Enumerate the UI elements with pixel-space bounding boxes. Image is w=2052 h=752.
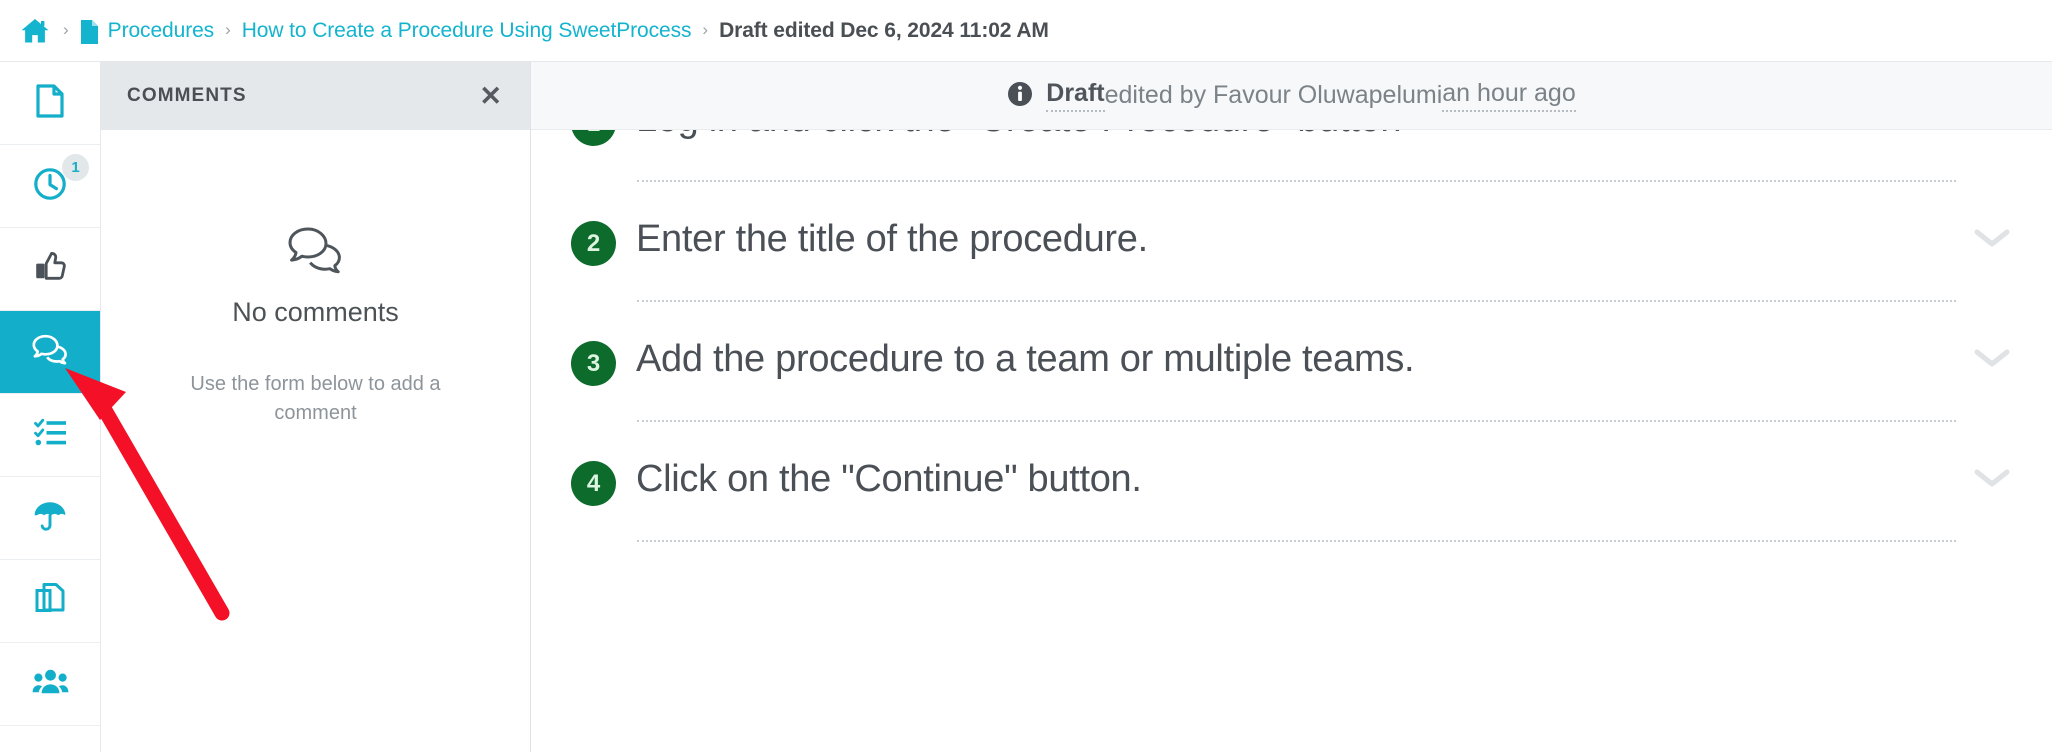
- document-icon: [80, 19, 99, 45]
- draft-editor-text: edited by Favour Oluwapelumi: [1104, 81, 1443, 109]
- rail-item-history[interactable]: 1: [0, 145, 100, 228]
- comments-bubbles-icon: [101, 226, 530, 279]
- rail-item-comments[interactable]: [0, 311, 100, 394]
- checklist-icon: [33, 418, 67, 452]
- comments-empty-title: No comments: [232, 297, 399, 327]
- step-number-badge: 2: [571, 221, 616, 266]
- comments-panel-title: COMMENTS: [127, 85, 247, 106]
- step-title: Log in and click the "Create Procedure" …: [636, 130, 1962, 142]
- draft-status-banner: Draft edited by Favour Oluwapelumi an ho…: [531, 62, 2052, 130]
- draft-relative-time: an hour ago: [1442, 79, 1576, 112]
- comments-empty-subtitle: Use the form below to add a comment: [190, 373, 441, 424]
- procedure-steps-list: 1 Log in and click the "Create Procedure…: [531, 130, 2052, 752]
- document-icon: [35, 83, 65, 123]
- copy-duplicate-icon: [35, 582, 66, 620]
- rail-item-approvals[interactable]: [0, 228, 100, 311]
- main-content-area: Draft edited by Favour Oluwapelumi an ho…: [531, 62, 2052, 752]
- breadcrumb-item-procedure-title[interactable]: How to Create a Procedure Using SweetPro…: [242, 19, 692, 43]
- rail-item-document[interactable]: [0, 62, 100, 145]
- step-number-badge: 3: [571, 341, 616, 386]
- breadcrumb: › Procedures › How to Create a Procedure…: [0, 0, 2052, 62]
- draft-status-word: Draft: [1046, 79, 1105, 112]
- thumbs-up-icon: [34, 250, 67, 288]
- comments-icon: [32, 334, 68, 370]
- close-icon[interactable]: ✕: [479, 82, 502, 110]
- step-number-badge: 4: [571, 461, 616, 506]
- step-title: Enter the title of the procedure.: [636, 218, 1148, 260]
- chevron-down-icon[interactable]: [1962, 216, 2012, 250]
- breadcrumb-item-current-draft: Draft edited Dec 6, 2024 11:02 AM: [719, 18, 1049, 42]
- breadcrumb-separator-2: ›: [225, 19, 231, 39]
- comments-panel: COMMENTS ✕ No comments Use the form belo…: [101, 62, 531, 752]
- teams-people-icon: [32, 668, 69, 700]
- step-divider: [637, 540, 1956, 542]
- history-clock-icon: [33, 167, 67, 206]
- breadcrumb-separator-1: ›: [63, 19, 69, 39]
- rail-item-duplicate[interactable]: [0, 560, 100, 643]
- comments-empty-state: No comments Use the form below to add a …: [101, 130, 530, 428]
- info-circle-icon: [1007, 81, 1033, 114]
- chevron-down-icon[interactable]: [1962, 336, 2012, 370]
- chevron-down-icon[interactable]: [1962, 456, 2012, 490]
- procedure-step: 1 Log in and click the "Create Procedure…: [531, 130, 2052, 182]
- procedure-step: 4 Click on the "Continue" button.: [531, 422, 2052, 542]
- umbrella-icon: [33, 500, 67, 536]
- breadcrumb-separator-3: ›: [702, 19, 709, 39]
- comments-panel-header: COMMENTS ✕: [101, 62, 530, 130]
- rail-item-tasks[interactable]: [0, 394, 100, 477]
- left-icon-rail: 1: [0, 62, 101, 752]
- home-icon[interactable]: [20, 18, 50, 44]
- step-title: Add the procedure to a team or multiple …: [636, 338, 1415, 380]
- procedure-step: 2 Enter the title of the procedure.: [531, 182, 2052, 302]
- rail-item-policies[interactable]: [0, 477, 100, 560]
- step-number-badge: 1: [571, 130, 616, 146]
- history-badge-count: 1: [62, 154, 89, 181]
- procedure-step: 3 Add the procedure to a team or multipl…: [531, 302, 2052, 422]
- rail-item-teams[interactable]: [0, 643, 100, 726]
- breadcrumb-item-procedures[interactable]: Procedures: [108, 19, 214, 43]
- step-title: Click on the "Continue" button.: [636, 458, 1142, 500]
